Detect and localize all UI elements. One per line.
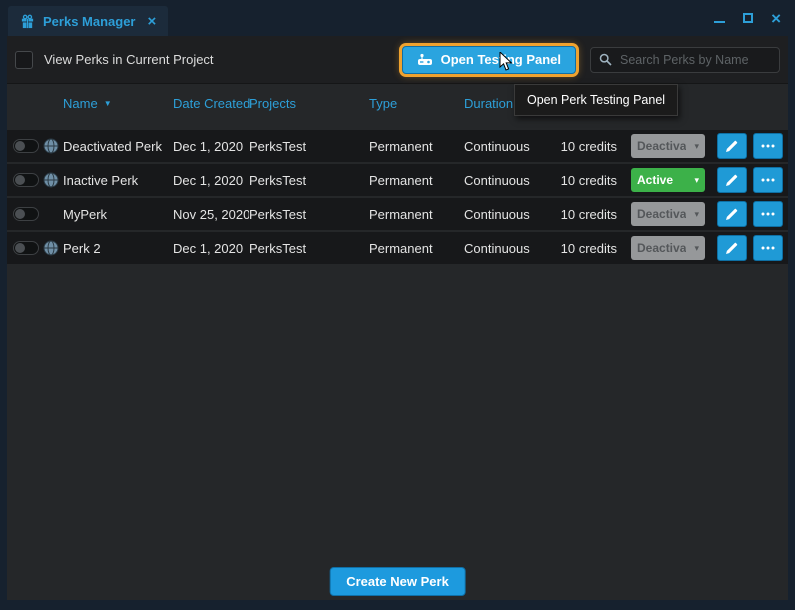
perk-world-icon [43, 172, 59, 188]
window-controls: × [700, 0, 795, 36]
status-dropdown[interactable]: Deactiva ▾ [631, 236, 705, 260]
perk-date-created: Dec 1, 2020 [173, 241, 249, 256]
titlebar: Perks Manager × × [0, 0, 795, 36]
more-options-button[interactable] [753, 201, 783, 227]
open-testing-panel-button[interactable]: Open Testing Panel [402, 46, 576, 74]
content-area: View Perks in Current Project Open Testi… [7, 36, 788, 600]
column-header-date-created[interactable]: Date Created [173, 96, 249, 111]
open-testing-panel-label: Open Testing Panel [441, 52, 561, 67]
perk-cost: 10 credits [559, 207, 617, 222]
sort-desc-icon: ▼ [104, 99, 112, 108]
perk-enabled-toggle[interactable] [13, 139, 39, 153]
pencil-icon [726, 174, 738, 186]
more-options-button[interactable] [753, 235, 783, 261]
testing-panel-icon [417, 53, 433, 66]
perk-name: Inactive Perk [63, 173, 173, 188]
perk-type: Permanent [369, 139, 464, 154]
perk-project: PerksTest [249, 173, 369, 188]
column-header-name[interactable]: Name ▼ [63, 96, 173, 111]
toolbar: View Perks in Current Project Open Testi… [7, 36, 788, 84]
edit-perk-button[interactable] [717, 167, 747, 193]
perk-date-created: Nov 25, 2020 [173, 207, 249, 222]
status-dropdown[interactable]: Deactiva ▾ [631, 134, 705, 158]
status-label: Active [637, 173, 673, 187]
status-label: Deactiva [637, 139, 686, 153]
column-header-projects[interactable]: Projects [249, 96, 369, 111]
view-perks-checkbox[interactable] [15, 51, 33, 69]
status-label: Deactiva [637, 207, 686, 221]
perk-project: PerksTest [249, 207, 369, 222]
edit-perk-button[interactable] [717, 201, 747, 227]
perk-type: Permanent [369, 173, 464, 188]
view-perks-label: View Perks in Current Project [44, 52, 214, 67]
perk-duration: Continuous [464, 139, 559, 154]
perk-enabled-toggle[interactable] [13, 173, 39, 187]
create-new-perk-button[interactable]: Create New Perk [329, 567, 466, 596]
perk-duration: Continuous [464, 173, 559, 188]
more-options-button[interactable] [753, 133, 783, 159]
ellipsis-icon [761, 212, 775, 216]
status-dropdown[interactable]: Deactiva ▾ [631, 202, 705, 226]
more-options-button[interactable] [753, 167, 783, 193]
pencil-icon [726, 208, 738, 220]
table-row[interactable]: Perk 2 Dec 1, 2020 PerksTest Permanent C… [7, 232, 788, 264]
close-icon[interactable]: × [771, 10, 781, 27]
perk-cost: 10 credits [559, 241, 617, 256]
tooltip: Open Perk Testing Panel [514, 84, 678, 116]
table-row[interactable]: MyPerk Nov 25, 2020 PerksTest Permanent … [7, 198, 788, 230]
perk-enabled-toggle[interactable] [13, 241, 39, 255]
tab-perks-manager[interactable]: Perks Manager × [8, 6, 168, 36]
perk-world-icon [43, 138, 59, 154]
table-row[interactable]: Inactive Perk Dec 1, 2020 PerksTest Perm… [7, 164, 788, 196]
chevron-down-icon: ▾ [694, 209, 699, 220]
perk-cost: 10 credits [559, 139, 617, 154]
status-label: Deactiva [637, 241, 686, 255]
pencil-icon [726, 140, 738, 152]
ellipsis-icon [761, 246, 775, 250]
perk-date-created: Dec 1, 2020 [173, 139, 249, 154]
perk-type: Permanent [369, 241, 464, 256]
perk-duration: Continuous [464, 241, 559, 256]
perk-enabled-toggle[interactable] [13, 207, 39, 221]
perk-name: MyPerk [63, 207, 173, 222]
tab-close-icon[interactable]: × [148, 14, 157, 29]
perk-project: PerksTest [249, 241, 369, 256]
minimize-icon[interactable] [714, 14, 725, 23]
search-icon [599, 53, 612, 66]
perk-type: Permanent [369, 207, 464, 222]
ellipsis-icon [761, 144, 775, 148]
chevron-down-icon: ▾ [694, 141, 699, 152]
perk-date-created: Dec 1, 2020 [173, 173, 249, 188]
search-box[interactable] [590, 47, 780, 73]
perk-name: Perk 2 [63, 241, 173, 256]
perk-duration: Continuous [464, 207, 559, 222]
table-row[interactable]: Deactivated Perk Dec 1, 2020 PerksTest P… [7, 130, 788, 162]
maximize-icon[interactable] [743, 13, 753, 23]
chevron-down-icon: ▾ [694, 175, 699, 186]
chevron-down-icon: ▾ [694, 243, 699, 254]
column-header-type[interactable]: Type [369, 96, 464, 111]
edit-perk-button[interactable] [717, 235, 747, 261]
perk-cost: 10 credits [559, 173, 617, 188]
tab-title: Perks Manager [43, 14, 136, 29]
perk-project: PerksTest [249, 139, 369, 154]
perks-manager-window: Perks Manager × × View Perks in Current … [0, 0, 795, 610]
column-header-name-label: Name [63, 96, 98, 111]
perk-name: Deactivated Perk [63, 139, 173, 154]
gift-icon [20, 14, 35, 29]
search-input[interactable] [618, 52, 771, 68]
edit-perk-button[interactable] [717, 133, 747, 159]
perk-world-icon [43, 240, 59, 256]
status-dropdown[interactable]: Active ▾ [631, 168, 705, 192]
pencil-icon [726, 242, 738, 254]
ellipsis-icon [761, 178, 775, 182]
